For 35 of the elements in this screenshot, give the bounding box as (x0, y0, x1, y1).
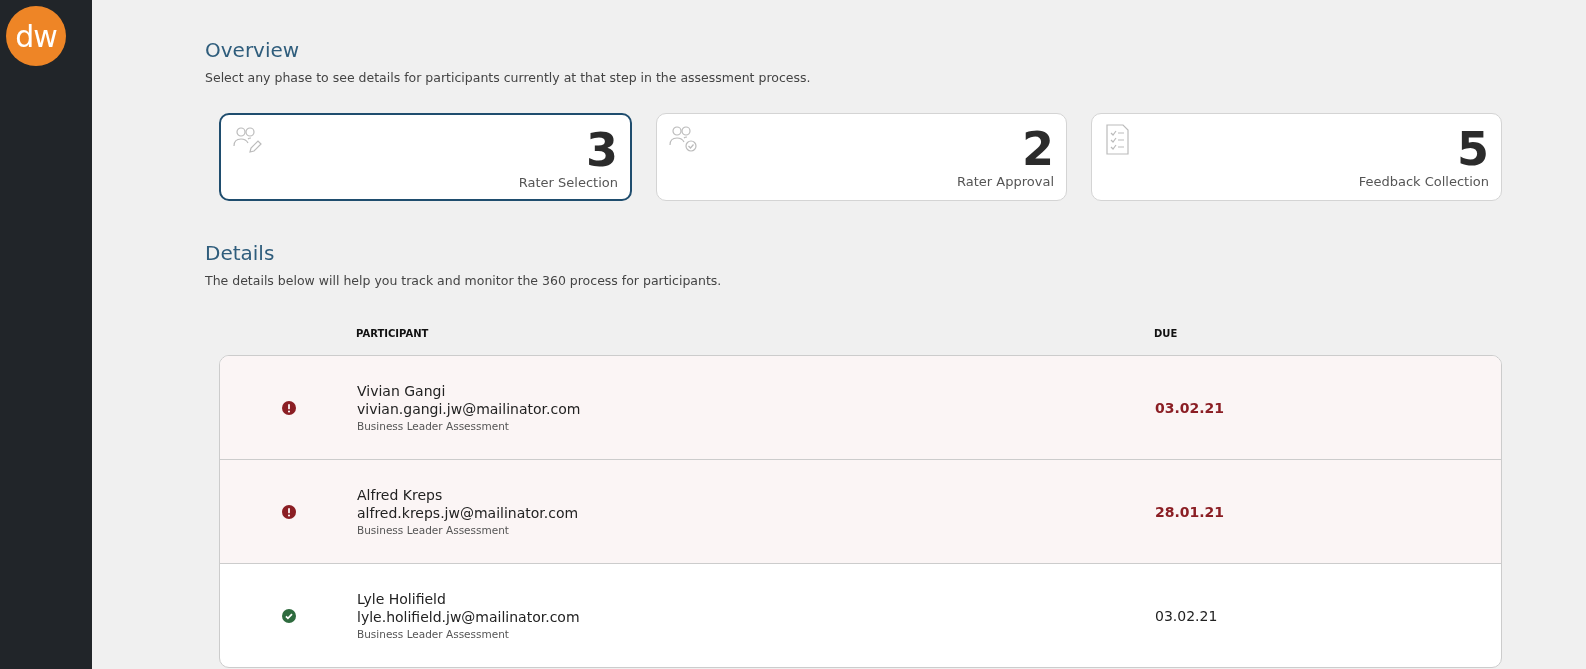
participant-name: Vivian Gangi (357, 383, 447, 399)
check-icon (281, 608, 296, 623)
column-header: PARTICIPANT (356, 328, 430, 339)
section-title: Overview (205, 38, 301, 62)
due-date: 03.02.21 (1155, 608, 1218, 624)
phase-count: 2 (1022, 124, 1054, 174)
participant-email: lyle.holifield.jw@mailinator.com (357, 609, 581, 625)
phase-label: Feedback Collection (1358, 174, 1489, 189)
assessment-name: Business Leader Assessment (357, 420, 510, 432)
assessment-name: Business Leader Assessment (357, 524, 510, 536)
section-title: Details (205, 241, 276, 265)
phase-label: Rater Selection (518, 175, 618, 190)
alert-icon (281, 504, 296, 519)
people-check-icon (669, 124, 699, 155)
phase-count: 3 (586, 125, 618, 175)
phase-count: 5 (1457, 124, 1489, 174)
table-row[interactable]: Lyle Holifield lyle.holifield.jw@mailinator.com Business Leader Assessment 03.02.21 (220, 564, 1501, 667)
phase-card[interactable]: 3 Rater Selection (219, 113, 632, 201)
people-pencil-icon (233, 125, 263, 156)
participant-email: alfred.kreps.jw@mailinator.com (357, 505, 580, 521)
due-date: 28.01.21 (1155, 504, 1225, 520)
alert-icon (281, 400, 296, 415)
participant-email: vivian.gangi.jw@mailinator.com (357, 401, 582, 417)
table-row[interactable]: Vivian Gangi vivian.gangi.jw@mailinator.com Business Leader Assessment 03.02.21 (220, 356, 1501, 460)
participant-name: Lyle Holifield (357, 591, 447, 607)
table-row[interactable]: Alfred Kreps alfred.kreps.jw@mailinator.com Business Leader Assessment 28.01.21 (220, 460, 1501, 564)
phase-card[interactable]: 5 Feedback Collection (1091, 113, 1502, 201)
section-description: Select any phase to see details for participants currently at that step in the assessment process. (205, 70, 812, 85)
phase-label: Rater Approval (957, 174, 1054, 189)
column-header: DUE (1154, 328, 1179, 339)
phase-card[interactable]: 2 Rater Approval (656, 113, 1067, 201)
participant-name: Alfred Kreps (357, 487, 444, 503)
due-date: 03.02.21 (1155, 400, 1225, 416)
assessment-name: Business Leader Assessment (357, 628, 510, 640)
section-description: The details below will help you track and monitor the 360 process for participants. (205, 273, 723, 288)
